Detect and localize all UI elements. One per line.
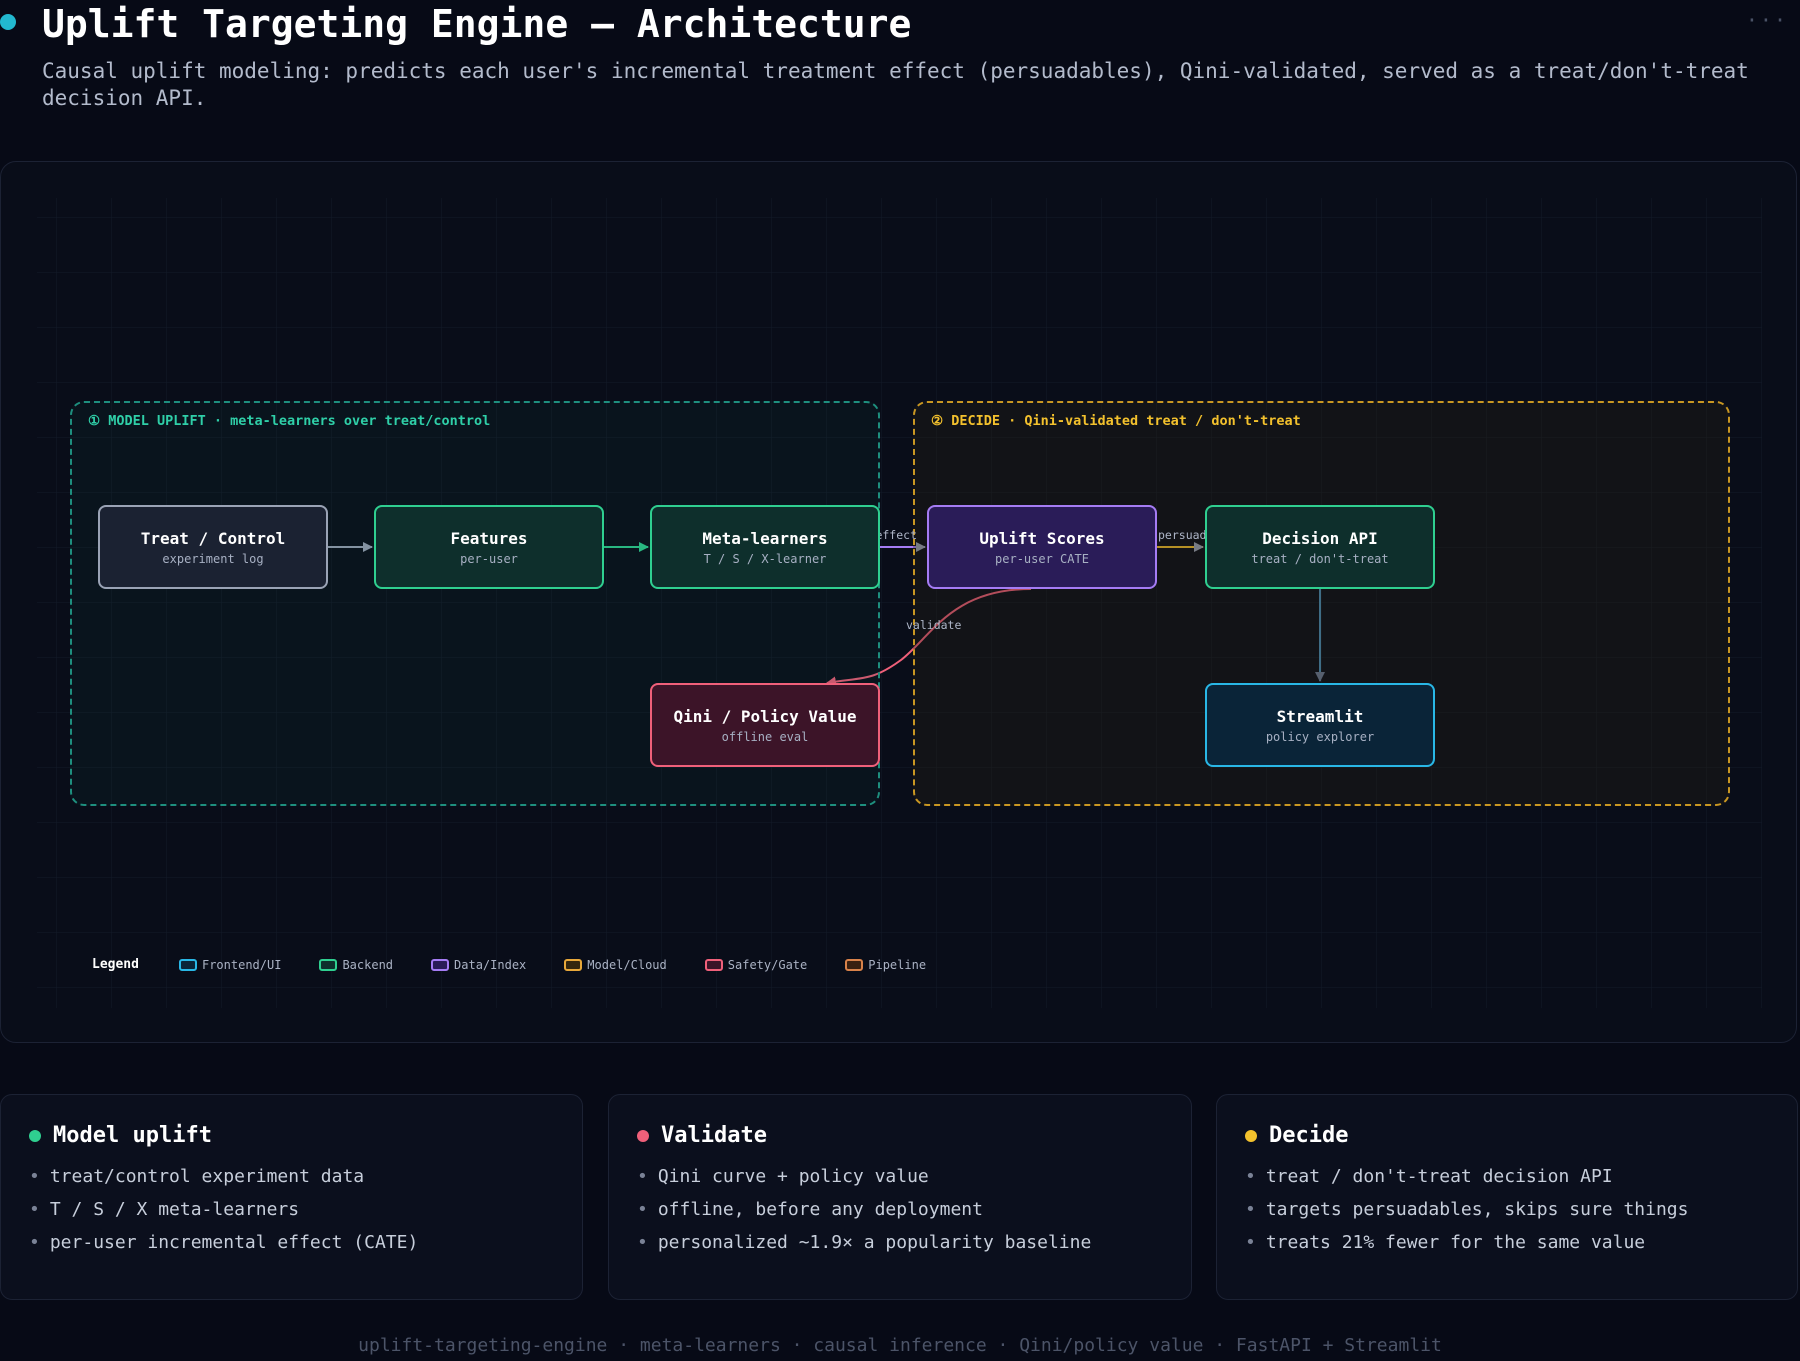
list-item-text: offline, before any deployment [657, 1199, 983, 1220]
card-dot [29, 1129, 41, 1142]
list-item: • T / S / X meta-learners [29, 1199, 300, 1220]
status-dot [0, 14, 16, 30]
legend-label: Pipeline [868, 957, 927, 972]
edge-label-validate: validate [906, 618, 962, 632]
legend-swatch [431, 958, 450, 971]
node-title: Meta-learners [702, 528, 828, 548]
node-decision-api[interactable]: Decision API treat / don't-treat [1205, 505, 1435, 589]
list-item-text: targets persuadables, skips sure things [1265, 1199, 1689, 1220]
list-item-text: Qini curve + policy value [657, 1166, 929, 1187]
card-list: • Qini curve + policy value • offline, bef… [637, 1160, 1191, 1259]
page-subtitle: Causal uplift modeling: predicts each us… [42, 59, 1749, 110]
card-header: Validate [637, 1123, 1191, 1148]
node-title: Uplift Scores [979, 528, 1105, 548]
node-title: Decision API [1262, 528, 1378, 548]
list-item: • treats 21% fewer for the same value [1245, 1232, 1646, 1253]
legend-item-model-cloud: Model/Cloud [564, 957, 667, 972]
node-subtitle: policy explorer [1265, 729, 1375, 744]
legend-label: Model/Cloud [587, 957, 667, 972]
card-list: • treat/control experiment data • T / S / … [29, 1160, 582, 1259]
legend-label: Frontend/UI [201, 957, 282, 972]
legend-item-data-index: Data/Index [431, 958, 526, 972]
node-qini-policy-value[interactable]: Qini / Policy Value offline eval [650, 683, 880, 767]
legend-label: Backend [342, 957, 394, 972]
legend-label: Safety/Gate [727, 957, 808, 972]
list-item-text: treats 21% fewer for the same value [1265, 1232, 1646, 1253]
diagram-canvas: ① MODEL UPLIFT · meta-learners over trea… [0, 161, 1797, 1043]
group-label: ① MODEL UPLIFT · meta-learners over trea… [88, 413, 491, 429]
node-meta-learners[interactable]: Meta-learners T / S / X-learner [650, 505, 880, 589]
node-features[interactable]: Features per-user [374, 505, 604, 589]
list-item-text: treat / don't-treat decision API [1265, 1166, 1613, 1187]
node-title: Qini / Policy Value [673, 706, 857, 726]
legend: Legend Frontend/UI Backend Data/Index Mo… [92, 957, 964, 972]
legend-swatch [704, 958, 723, 971]
legend-item-frontend: Frontend/UI [178, 957, 282, 972]
legend-item-safety-gate: Safety/Gate [704, 957, 808, 972]
edge-label-incremental: incremental effect [880, 528, 917, 542]
list-item: • offline, before any deployment [637, 1199, 983, 1220]
legend-item-pipeline: Pipeline [845, 958, 926, 972]
list-item-text: treat/control experiment data [49, 1166, 365, 1187]
node-uplift-scores[interactable]: Uplift Scores per-user CATE [927, 505, 1157, 589]
legend-swatch [845, 958, 864, 971]
page-title: Uplift Targeting Engine — Architecture [42, 2, 912, 46]
card-list: • treat / don't-treat decision API • targe… [1245, 1160, 1797, 1259]
list-item: • per-user incremental effect (CATE) [29, 1232, 419, 1253]
list-item-text: personalized ~1.9× a popularity baseline [657, 1232, 1092, 1253]
list-item-text: T / S / X meta-learners [49, 1199, 300, 1220]
card-title: Validate [661, 1123, 767, 1148]
card-header: Decide [1245, 1123, 1797, 1148]
card-decide: Decide • treat / don't-treat decision API… [1216, 1094, 1798, 1300]
legend-swatch [178, 958, 197, 971]
node-title: Treat / Control [140, 528, 286, 548]
list-item: • Qini curve + policy value [637, 1166, 929, 1187]
node-subtitle: per-user CATE [995, 551, 1089, 566]
card-title: Model uplift [53, 1123, 212, 1148]
card-title: Decide [1269, 1123, 1349, 1148]
legend-swatch [564, 958, 583, 971]
node-title: Streamlit [1276, 706, 1364, 726]
node-subtitle: offline eval [721, 729, 809, 744]
card-model-uplift: Model uplift • treat/control experiment d… [0, 1094, 583, 1300]
node-subtitle: treat / don't-treat [1251, 551, 1389, 566]
list-item: • targets persuadables, skips sure things [1245, 1199, 1689, 1220]
list-item-text: per-user incremental effect (CATE) [49, 1232, 419, 1253]
edge-label-persuadables: persuadables [1158, 528, 1205, 542]
card-header: Model uplift [29, 1123, 582, 1148]
node-subtitle: experiment log [162, 551, 264, 566]
list-item: • treat / don't-treat decision API [1245, 1166, 1613, 1187]
list-item: • treat/control experiment data [29, 1166, 365, 1187]
legend-swatch [319, 958, 338, 971]
node-title: Features [450, 528, 528, 548]
node-streamlit[interactable]: Streamlit policy explorer [1205, 683, 1435, 767]
legend-item-backend: Backend [319, 958, 393, 972]
group-label: ② DECIDE · Qini-validated treat / don't-… [931, 413, 1301, 429]
list-item: • personalized ~1.9× a popularity baselin… [637, 1232, 1092, 1253]
node-subtitle: T / S / X-learner [703, 551, 827, 566]
more-horizontal-icon[interactable]: ··· [1746, 8, 1788, 32]
card-validate: Validate • Qini curve + policy value • off… [608, 1094, 1192, 1300]
card-dot [1245, 1129, 1257, 1142]
legend-title: Legend [92, 957, 139, 972]
node-subtitle: per-user [460, 551, 518, 566]
footer-tagline: uplift-targeting-engine · meta-learners … [358, 1335, 1442, 1356]
node-treat-control[interactable]: Treat / Control experiment log [98, 505, 328, 589]
card-dot [637, 1129, 649, 1142]
legend-label: Data/Index [454, 957, 527, 972]
